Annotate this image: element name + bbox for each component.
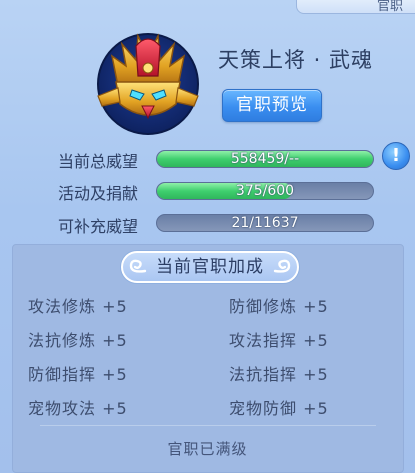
stat-label-replenishable-prestige: 可补充威望 xyxy=(58,217,139,236)
max-level-status: 官职已满级 xyxy=(167,440,248,458)
bonus-item: 法抗修炼 +5 xyxy=(28,331,128,350)
bonus-item: 宠物攻法 +5 xyxy=(28,399,128,418)
bonus-item: 防御指挥 +5 xyxy=(28,365,128,384)
progress-bar-activity-donation: 375/600 xyxy=(156,182,374,200)
rank-preview-button[interactable]: 官职预览 xyxy=(222,89,322,122)
top-tab[interactable]: 官职 xyxy=(296,0,415,14)
bonus-item: 攻法修炼 +5 xyxy=(28,297,128,316)
progress-value: 558459/-- xyxy=(230,151,300,167)
stat-label-activity-donation: 活动及捐献 xyxy=(58,184,139,203)
progress-bar-total-prestige: 558459/-- xyxy=(156,150,374,168)
bonus-item: 法抗指挥 +5 xyxy=(229,365,329,384)
bonus-item: 防御修炼 +5 xyxy=(229,297,329,316)
progress-value: 21/11637 xyxy=(231,215,299,231)
progress-bar-replenishable-prestige: 21/11637 xyxy=(156,214,374,232)
progress-value: 375/600 xyxy=(235,183,295,199)
bonus-item: 攻法指挥 +5 xyxy=(229,331,329,350)
divider xyxy=(40,425,376,426)
swirl-right-icon xyxy=(273,259,291,273)
rank-title: 天策上将 · 武魂 xyxy=(218,48,374,72)
help-button[interactable]: ! xyxy=(382,142,410,170)
stat-label-total-prestige: 当前总威望 xyxy=(58,152,139,171)
helmet-emblem-icon xyxy=(97,33,199,135)
bonus-panel-header: 当前官职加成 xyxy=(121,251,299,283)
bonus-item: 宠物防御 +5 xyxy=(229,399,329,418)
